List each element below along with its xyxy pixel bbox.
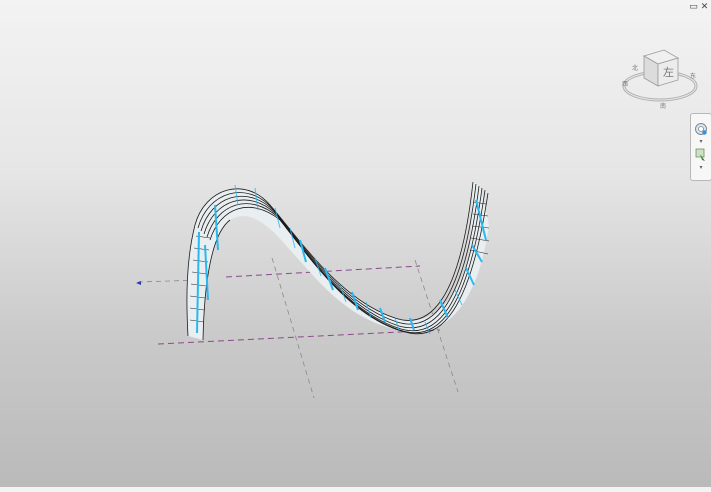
zoom-icon[interactable] <box>694 148 708 162</box>
window-controls: ▭ ✕ <box>689 3 709 12</box>
navigation-bar: ▾ ▾ <box>690 113 711 181</box>
curved-wall-model[interactable] <box>186 181 490 341</box>
grid-line-1 <box>271 257 315 399</box>
3d-viewport[interactable] <box>0 0 711 487</box>
steering-wheel-caret-icon[interactable]: ▾ <box>697 139 705 145</box>
compass-label-s: 南 <box>660 102 666 110</box>
cube-face-label: 左 <box>663 66 674 79</box>
restore-button[interactable]: ▭ <box>689 3 698 12</box>
close-button[interactable]: ✕ <box>700 3 709 12</box>
zoom-caret-icon[interactable]: ▾ <box>697 165 705 171</box>
viewcube[interactable]: 左 东 南 西 北 <box>618 42 702 114</box>
steering-wheel-icon[interactable] <box>694 122 708 136</box>
compass-label-w: 西 <box>622 81 628 88</box>
compass-label-e: 东 <box>690 72 696 80</box>
model-canvas[interactable] <box>0 0 711 487</box>
compass-label-n: 北 <box>632 64 638 72</box>
